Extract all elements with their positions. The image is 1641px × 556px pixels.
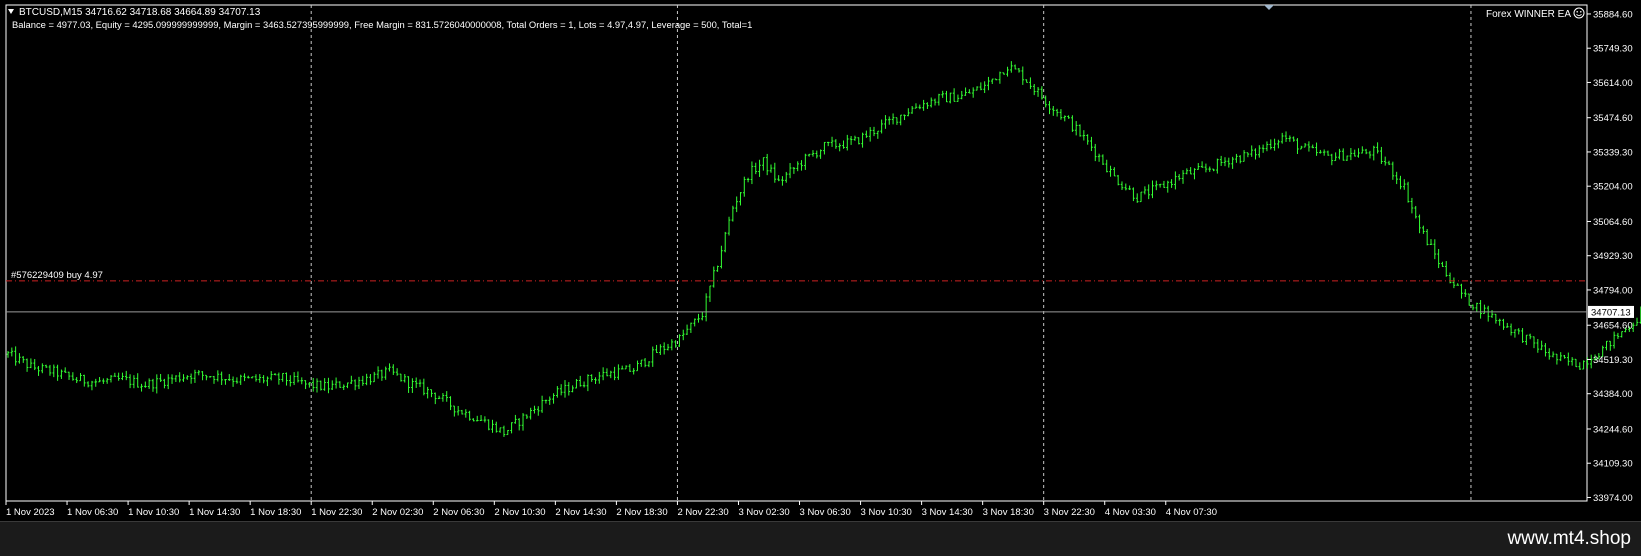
order-label: #576229409 buy 4.97 bbox=[11, 270, 103, 281]
price-tick-label: 34519.30 bbox=[1593, 355, 1633, 366]
footer-site-link[interactable]: www.mt4.shop bbox=[1507, 528, 1631, 550]
time-tick-label: 1 Nov 22:30 bbox=[311, 507, 362, 518]
time-tick-label: 1 Nov 14:30 bbox=[189, 507, 240, 518]
footer-bar: www.mt4.shop bbox=[0, 521, 1641, 556]
price-axis[interactable]: 35884.60 35749.30 35614.00 35474.60 35339.30… bbox=[1587, 9, 1634, 504]
price-tick-label: 35339.30 bbox=[1593, 147, 1633, 158]
price-tick-label: 34384.00 bbox=[1593, 389, 1633, 400]
price-tick-label: 35064.60 bbox=[1593, 217, 1633, 228]
time-tick-label: 2 Nov 02:30 bbox=[372, 507, 423, 518]
price-tick-label: 35204.00 bbox=[1593, 182, 1633, 193]
candlestick-chart[interactable]: #576229409 buy 4.97 35884.60 35749.30 3561… bbox=[0, 0, 1641, 521]
time-tick-label: 2 Nov 18:30 bbox=[616, 507, 667, 518]
time-tick-label: 2 Nov 06:30 bbox=[433, 507, 484, 518]
price-tick-label: 35749.30 bbox=[1593, 44, 1633, 55]
time-tick-label: 4 Nov 07:30 bbox=[1166, 507, 1217, 518]
price-tick-label: 34654.60 bbox=[1593, 321, 1633, 332]
time-tick-label: 1 Nov 06:30 bbox=[67, 507, 118, 518]
time-tick-label: 3 Nov 06:30 bbox=[800, 507, 851, 518]
price-tick-label: 34929.30 bbox=[1593, 251, 1633, 262]
price-tick-label: 35474.60 bbox=[1593, 113, 1633, 124]
time-tick-label: 2 Nov 22:30 bbox=[677, 507, 728, 518]
time-tick-label: 4 Nov 03:30 bbox=[1105, 507, 1156, 518]
price-tick-label: 34109.30 bbox=[1593, 459, 1633, 470]
time-tick-label: 3 Nov 18:30 bbox=[983, 507, 1034, 518]
time-tick-label: 3 Nov 14:30 bbox=[922, 507, 973, 518]
time-tick-label: 1 Nov 2023 bbox=[6, 507, 55, 518]
chart-background bbox=[0, 0, 1641, 521]
time-tick-label: 1 Nov 10:30 bbox=[128, 507, 179, 518]
time-tick-label: 3 Nov 10:30 bbox=[861, 507, 912, 518]
price-tick-label: 33974.00 bbox=[1593, 493, 1633, 504]
price-tick-label: 34244.60 bbox=[1593, 424, 1633, 435]
symbol-ohlc-line: BTCUSD,M15 34716.62 34718.68 34664.89 34… bbox=[19, 7, 261, 18]
chart-window[interactable]: #576229409 buy 4.97 35884.60 35749.30 3561… bbox=[0, 0, 1641, 521]
time-tick-label: 2 Nov 14:30 bbox=[555, 507, 606, 518]
time-tick-label: 2 Nov 10:30 bbox=[494, 507, 545, 518]
ea-name-label: Forex WINNER EA bbox=[1486, 9, 1571, 20]
price-tick-label: 34794.00 bbox=[1593, 285, 1633, 296]
account-info-line: Balance = 4977.03, Equity = 4295.0999999… bbox=[12, 19, 752, 30]
time-tick-label: 1 Nov 18:30 bbox=[250, 507, 301, 518]
price-tick-label: 35614.00 bbox=[1593, 78, 1633, 89]
price-tick-label: 35884.60 bbox=[1593, 9, 1633, 20]
current-price-label: 34707.13 bbox=[1591, 307, 1631, 318]
time-tick-label: 3 Nov 22:30 bbox=[1044, 507, 1095, 518]
time-tick-label: 3 Nov 02:30 bbox=[738, 507, 789, 518]
